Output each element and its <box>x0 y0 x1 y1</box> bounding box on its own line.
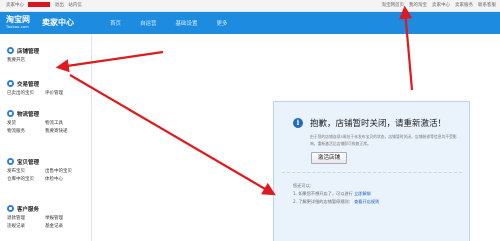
sidebar-section-title: 交易管理 <box>17 81 40 88</box>
sidebar: 店铺管理 我要开店 交易管理 已卖出的宝贝 评价管理 物流管理 发货 物流工具 … <box>0 34 92 241</box>
tip-unbind: 1. 如果您不想开店了，可以进行 立即解绑 <box>293 190 379 198</box>
tip-text: 2. 了解更详细的店铺暂停规则： <box>293 199 353 204</box>
logo-text-cn: 淘宝网 <box>6 15 30 24</box>
shop-closed-notice: i 抱歉，店铺暂时关闭，请重新激活！ 由于您的店铺连续5周处于未发布宝贝的状态，… <box>273 101 470 241</box>
sidebar-section-title: 店铺管理 <box>17 48 40 55</box>
sidebar-section-title: 宝贝管理 <box>17 159 40 166</box>
sidebar-section-title: 物流管理 <box>17 111 40 118</box>
sidebar-item-open-shop[interactable]: 我要开店 <box>7 57 45 63</box>
divider <box>282 172 462 173</box>
sidebar-links: 已卖出的宝贝 评价管理 <box>7 90 89 96</box>
sidebar-links: 我要开店 <box>7 57 89 63</box>
sidebar-item-ship[interactable]: 发货 <box>7 120 45 126</box>
nav-self-operation[interactable]: 自运营 <box>140 19 157 27</box>
page-title: 卖家中心 <box>42 18 74 27</box>
shop-rules-link[interactable]: 查看开店规则 <box>354 199 379 204</box>
sidebar-item-send-express[interactable]: 我要寄快递 <box>45 128 83 134</box>
taobao-logo[interactable]: 淘宝网 Taobao.com <box>6 15 36 32</box>
topbar-link-seller-service[interactable]: 卖家服务 <box>455 0 473 12</box>
sidebar-item-violations[interactable]: 违规记录 <box>7 223 45 229</box>
sidebar-item-sold-items[interactable]: 已卖出的宝贝 <box>7 90 45 96</box>
sidebar-links: 退款管理 举报管理 违规记录 基金记录 <box>7 215 89 229</box>
info-icon: i <box>293 118 303 128</box>
topbar-link-my-taobao[interactable]: 我的淘宝 <box>409 0 427 12</box>
customer-service-icon <box>7 205 14 212</box>
tip-text: 1. 如果您不想开店了，可以进行 <box>293 191 353 196</box>
nav-home[interactable]: 首页 <box>110 19 121 27</box>
nav-basic-settings[interactable]: 基础设置 <box>176 19 198 27</box>
nav-more[interactable]: 更多 <box>217 19 228 27</box>
logout-link[interactable]: 退出 <box>55 3 64 8</box>
sidebar-item-refunds[interactable]: 退款管理 <box>7 215 45 221</box>
logo-text-en: Taobao.com <box>6 25 29 29</box>
sidebar-item-publish[interactable]: 发布宝贝 <box>7 168 45 174</box>
tip-rules: 2. 了解更详细的店铺暂停规则： 查看开店规则 <box>293 198 379 206</box>
sidebar-links: 发货 物流工具 物流服务 我要寄快递 <box>7 120 89 134</box>
sidebar-section-header: 交易管理 <box>7 79 89 88</box>
sidebar-section-logistics: 物流管理 发货 物流工具 物流服务 我要寄快递 <box>7 109 89 134</box>
topbar-link-seller-center[interactable]: 卖家中心 <box>432 0 450 12</box>
topbar-link-contact[interactable]: 联系客服 <box>478 0 496 12</box>
sidebar-section-header: 物流管理 <box>7 109 89 118</box>
sidebar-item-warehouse[interactable]: 仓库中的宝贝 <box>7 176 45 182</box>
sidebar-section-header: 客户服务 <box>7 204 89 213</box>
sidebar-section-service: 客户服务 退款管理 举报管理 违规记录 基金记录 <box>7 204 89 229</box>
item-icon <box>7 158 14 165</box>
sidebar-item-logistics-service[interactable]: 物流服务 <box>7 128 45 134</box>
notice-title: 抱歉，店铺暂时关闭，请重新激活！ <box>310 119 447 129</box>
sidebar-item-reviews[interactable]: 评价管理 <box>45 90 83 96</box>
sidebar-item-reports[interactable]: 举报管理 <box>45 215 83 221</box>
notice-tips: 您还可以： 1. 如果您不想开店了，可以进行 立即解绑 2. 了解更详细的店铺暂… <box>293 182 379 206</box>
top-utility-bar: 卖家中心 退出 站内信 淘宝网首页 我的淘宝 卖家中心 卖家服务 联系客服 <box>0 0 500 12</box>
header-nav: 首页 自运营 基础设置 更多 <box>110 19 247 27</box>
sidebar-item-checkup[interactable]: 体检中心 <box>45 176 83 182</box>
sidebar-item-fund-records[interactable]: 基金记录 <box>45 223 83 229</box>
truck-icon <box>7 110 14 117</box>
main-content: i 抱歉，店铺暂时关闭，请重新激活！ 由于您的店铺连续5周处于未发布宝贝的状态，… <box>93 34 500 241</box>
topbar-link-home[interactable]: 淘宝网首页 <box>382 0 405 12</box>
sidebar-section-trade: 交易管理 已卖出的宝贝 评价管理 <box>7 79 89 96</box>
unbind-link[interactable]: 立即解绑 <box>354 191 371 196</box>
tips-title: 您还可以： <box>293 183 314 188</box>
redacted-username <box>28 2 51 7</box>
activate-shop-button[interactable]: 激活店铺 <box>311 152 347 164</box>
topbar-left: 卖家中心 退出 站内信 <box>6 0 85 12</box>
notice-description: 由于您的店铺连续5周处于未发布宝贝的状态，店铺暂时关闭，店铺装修等信息均不受影响… <box>310 134 457 146</box>
sidebar-links: 发布宝贝 出售中的宝贝 仓库中的宝贝 体检中心 <box>7 168 89 182</box>
sidebar-section-items: 宝贝管理 发布宝贝 出售中的宝贝 仓库中的宝贝 体检中心 <box>7 157 89 182</box>
topbar-welcome: 卖家中心 <box>6 3 24 8</box>
sidebar-section-title: 客户服务 <box>17 206 40 213</box>
sidebar-item-logistics-tools[interactable]: 物流工具 <box>45 120 83 126</box>
sidebar-section-header: 店铺管理 <box>7 46 89 55</box>
sidebar-section-shop: 店铺管理 我要开店 <box>7 46 89 63</box>
shop-icon <box>7 47 14 54</box>
topbar-links: 淘宝网首页 我的淘宝 卖家中心 卖家服务 联系客服 <box>377 0 497 12</box>
sidebar-item-on-sale[interactable]: 出售中的宝贝 <box>45 168 83 174</box>
sidebar-section-header: 宝贝管理 <box>7 157 89 166</box>
trade-icon <box>7 80 14 87</box>
messages-link[interactable]: 站内信 <box>68 3 82 8</box>
seller-header: 淘宝网 Taobao.com 卖家中心 首页 自运营 基础设置 更多 <box>0 12 500 34</box>
